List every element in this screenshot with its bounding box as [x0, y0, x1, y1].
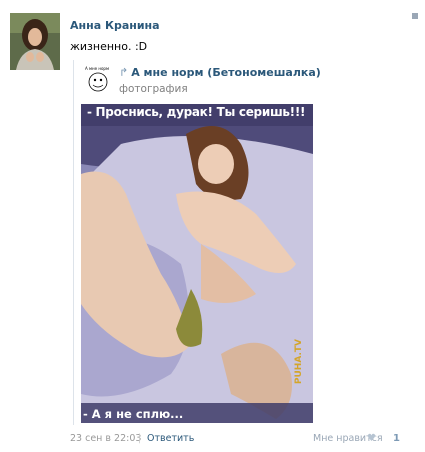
repost-source-avatar[interactable]: А мне норм	[83, 64, 113, 94]
author-avatar-image	[10, 13, 60, 70]
photo-caption-top: - Проснись, дурак! Ты серишь!!!	[87, 105, 306, 119]
photo-watermark: PUHA.TV	[294, 339, 304, 385]
photo-illustration	[81, 104, 313, 423]
author-avatar[interactable]	[10, 13, 60, 70]
reply-link[interactable]: Ответить	[147, 433, 194, 444]
menu-icon[interactable]	[412, 13, 418, 19]
repost-arrow-icon: ↱	[119, 66, 129, 79]
footer-separator: |	[138, 433, 142, 444]
heart-icon[interactable]: ♥	[367, 433, 376, 444]
wall-post: Анна Кранина жизненно. :D А мне норм ↱ А …	[0, 0, 425, 452]
repost-divider	[73, 60, 74, 425]
avatar-caption: А мне норм	[85, 66, 109, 71]
repost-source-link[interactable]: ↱ А мне норм (Бетономешалка)	[119, 66, 321, 79]
photo-caption-bottom: - А я не сплю...	[83, 407, 184, 421]
repost-type-label: фотография	[119, 83, 188, 95]
post-date-link[interactable]: 23 сен в 22:03	[70, 433, 141, 444]
like-count[interactable]: 1	[393, 433, 400, 444]
post-text: жизненно. :D	[70, 40, 148, 53]
repost-source-name: А мне норм (Бетономешалка)	[131, 66, 321, 79]
attached-photo[interactable]: - Проснись, дурак! Ты серишь!!! - А я не…	[81, 104, 313, 423]
author-name-link[interactable]: Анна Кранина	[70, 19, 160, 32]
troll-face-icon: А мне норм	[85, 66, 109, 92]
